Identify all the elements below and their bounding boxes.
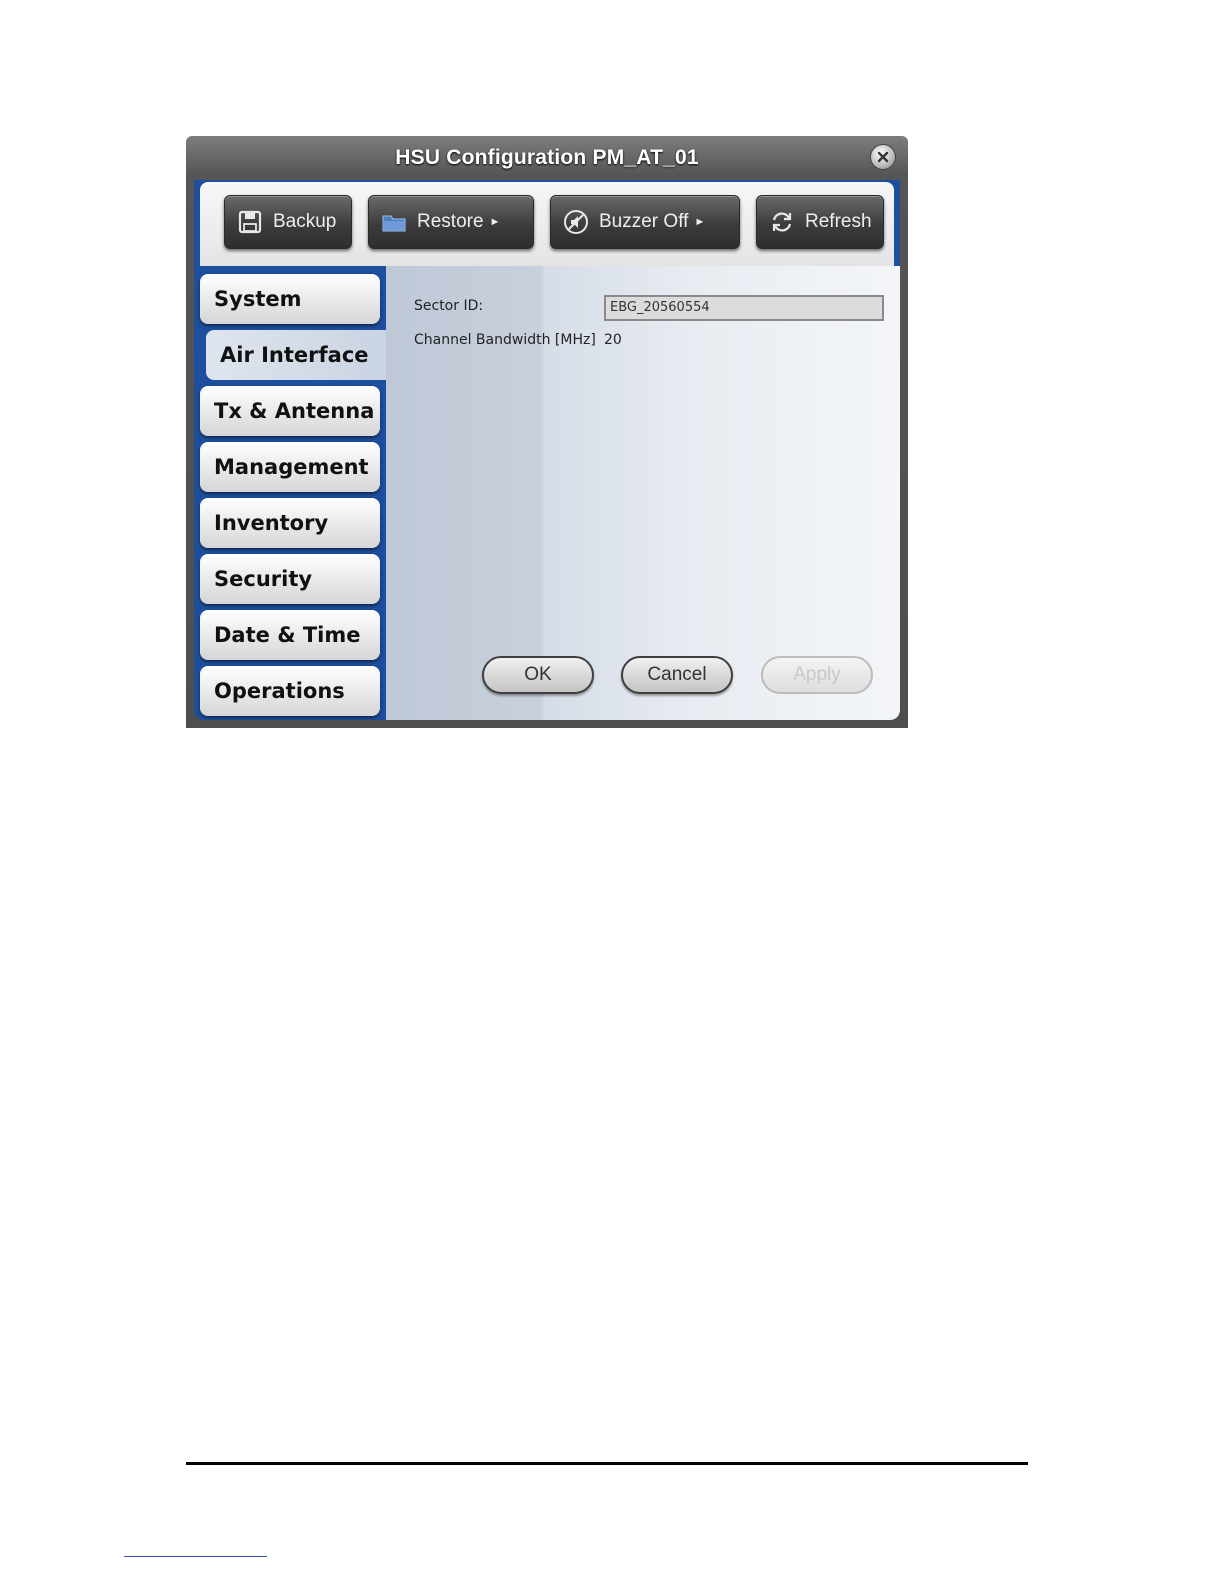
submenu-arrow-icon: ► [489,216,501,228]
floppy-disk-icon [237,209,263,235]
restore-label: Restore [417,211,484,232]
backup-label: Backup [273,211,337,232]
folder-icon [381,209,407,235]
sidebar-item-label: Security [214,567,313,591]
sidebar-item-label: System [214,287,302,311]
sidebar-item-label: Operations [214,679,345,703]
sidebar-item-inventory[interactable]: Inventory [200,498,380,548]
sidebar-item-label: Management [214,455,369,479]
backup-button[interactable]: Backup [224,195,352,249]
speaker-mute-icon [563,209,589,235]
sidebar-item-label: Tx & Antenna [214,399,375,423]
sidebar-item-label: Date & Time [214,623,361,647]
dialog-title-bar: HSU Configuration PM_AT_01 [186,136,908,180]
sidebar-item-date-time[interactable]: Date & Time [200,610,380,660]
dialog-title: HSU Configuration PM_AT_01 [395,146,699,169]
sidebar-item-management[interactable]: Management [200,442,380,492]
buzzer-off-label: Buzzer Off [599,211,689,232]
refresh-button[interactable]: Refresh [756,195,884,249]
channel-bandwidth-value: 20 [604,332,622,348]
hsu-configuration-dialog: HSU Configuration PM_AT_01 Backup Restor… [186,136,908,728]
sidebar-item-tx-antenna[interactable]: Tx & Antenna [200,386,380,436]
refresh-label: Refresh [805,211,872,232]
sidebar-item-air-interface[interactable]: Air Interface [206,330,392,380]
footer-link-underline [124,1556,267,1557]
ok-button[interactable]: OK [482,656,594,694]
page-divider [186,1462,1028,1465]
sidebar: System Air Interface Tx & Antenna Manage… [194,266,392,720]
sidebar-item-label: Inventory [214,511,329,535]
dialog-body: Backup Restore ► Buzzer Off ► Refresh Sy… [194,180,900,720]
sector-id-label: Sector ID: [414,298,484,314]
sidebar-item-security[interactable]: Security [200,554,380,604]
toolbar: Backup Restore ► Buzzer Off ► Refresh [200,182,894,266]
buzzer-off-button[interactable]: Buzzer Off ► [550,195,740,249]
refresh-icon [769,209,795,235]
sidebar-item-operations[interactable]: Operations [200,666,380,716]
channel-bandwidth-label: Channel Bandwidth [MHz] [414,332,596,348]
close-icon[interactable] [870,144,896,170]
air-interface-panel: Sector ID: EBG_20560554 Channel Bandwidt… [386,266,900,720]
submenu-arrow-icon: ► [694,216,706,228]
sidebar-item-system[interactable]: System [200,274,380,324]
sector-id-field[interactable]: EBG_20560554 [604,295,884,321]
sidebar-item-label: Air Interface [220,343,369,367]
restore-button[interactable]: Restore ► [368,195,534,249]
apply-button: Apply [761,656,873,694]
cancel-button[interactable]: Cancel [621,656,733,694]
